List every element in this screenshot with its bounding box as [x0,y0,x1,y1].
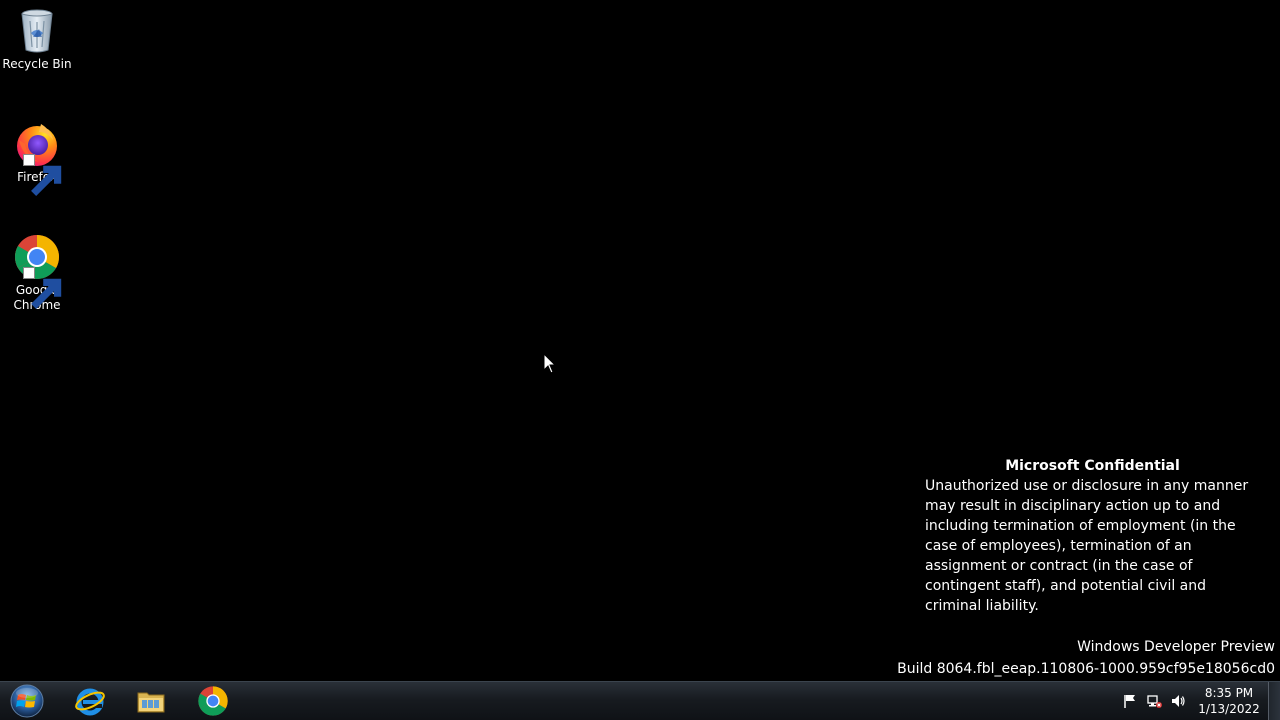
chrome-icon [198,686,228,716]
shortcut-arrow-icon [23,154,62,196]
taskbar: 8:35 PM 1/13/2022 [0,681,1280,720]
mouse-cursor-icon [543,352,557,375]
watermark-build: Build 8064.fbl_eeap.110806-1000.959cf95e… [897,661,1275,677]
file-explorer-icon [137,692,165,713]
system-tray [1118,682,1190,720]
show-desktop-button[interactable] [1268,682,1280,720]
shortcut-arrow-icon [23,267,62,309]
confidential-notice: Microsoft Confidential Unauthorized use … [925,456,1260,616]
action-center-flag-icon[interactable] [1118,689,1142,713]
taskbar-app-file-explorer[interactable] [123,683,179,719]
confidential-body: Unauthorized use or disclosure in any ma… [925,478,1249,614]
desktop[interactable]: Recycle Bin Firefox Google Chrome Micros… [0,0,1280,720]
network-icon[interactable] [1142,689,1166,713]
watermark-edition: Windows Developer Preview [1077,639,1275,655]
taskbar-app-chrome[interactable] [185,683,241,719]
taskbar-app-internet-explorer[interactable] [62,683,118,719]
desktop-icon-recycle-bin[interactable]: Recycle Bin [2,7,72,72]
internet-explorer-icon [75,688,105,716]
desktop-icon-firefox[interactable]: Firefox [2,120,72,196]
build-watermark: Windows Developer Preview Build 8064.fbl… [897,636,1275,680]
taskbar-clock[interactable]: 8:35 PM 1/13/2022 [1196,685,1262,717]
desktop-icon-chrome[interactable]: Google Chrome [2,233,72,313]
clock-time: 8:35 PM [1204,686,1254,700]
start-button[interactable] [6,683,48,719]
confidential-title: Microsoft Confidential [1005,458,1180,474]
windows-orb-icon [10,684,44,718]
recycle-bin-icon [13,7,61,55]
desktop-icon-label: Recycle Bin [2,57,72,71]
firefox-icon [13,120,62,196]
volume-icon[interactable] [1166,689,1190,713]
chrome-icon [13,233,62,309]
clock-date: 1/13/2022 [1198,702,1260,716]
